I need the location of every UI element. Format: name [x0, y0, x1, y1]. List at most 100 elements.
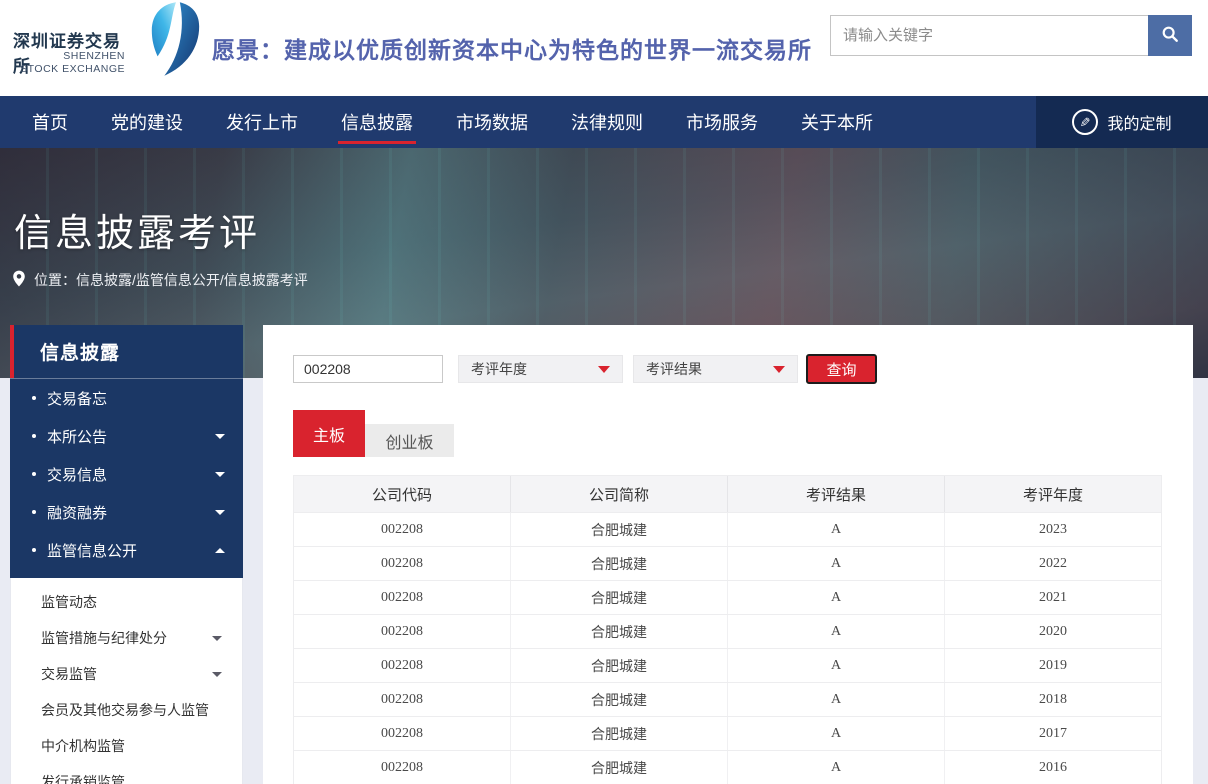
nav-item-party[interactable]: 党的建设: [111, 96, 183, 148]
sidebar-item-trading-info[interactable]: 交易信息: [10, 455, 243, 493]
table-row: 002208 合肥城建 A 2021: [294, 580, 1161, 614]
evaluation-year-dropdown[interactable]: 考评年度: [458, 355, 623, 383]
evaluation-table: 公司代码 公司简称 考评结果 考评年度 002208 合肥城建 A 2023 0…: [293, 475, 1162, 784]
chevron-down-icon: [212, 672, 222, 677]
cell-year: 2022: [944, 547, 1161, 580]
site-slogan: 愿景：建成以优质创新资本中心为特色的世界一流交易所: [212, 31, 812, 65]
cell-result: A: [727, 615, 944, 648]
cell-company-name: 合肥城建: [510, 649, 727, 682]
query-button[interactable]: 查询: [806, 354, 877, 384]
evaluation-result-label: 考评结果: [646, 359, 702, 379]
submenu-item-label: 监管动态: [41, 592, 97, 612]
cell-year: 2020: [944, 615, 1161, 648]
cell-company-code: 002208: [294, 683, 510, 716]
sidebar-item-label: 本所公告: [47, 426, 107, 447]
submenu-item-label: 监管措施与纪律处分: [41, 628, 167, 648]
cell-company-code: 002208: [294, 615, 510, 648]
my-customization-label: 我的定制: [1107, 110, 1171, 134]
cell-year: 2021: [944, 581, 1161, 614]
cell-year: 2017: [944, 717, 1161, 750]
cell-result: A: [727, 547, 944, 580]
table-row: 002208 合肥城建 A 2022: [294, 546, 1161, 580]
cell-company-name: 合肥城建: [510, 683, 727, 716]
nav-item-rules[interactable]: 法律规则: [571, 96, 643, 148]
sidebar-item-supervision-info[interactable]: 监管信息公开: [10, 531, 243, 569]
bullet-dot-icon: [32, 396, 36, 400]
column-header-year: 考评年度: [944, 476, 1161, 512]
sidebar-item-label: 交易信息: [47, 464, 107, 485]
search-input[interactable]: [830, 15, 1148, 56]
sidebar: 信息披露 交易备忘 本所公告 交易信息 融资融券: [10, 325, 243, 784]
sidebar-item-trading-memo[interactable]: 交易备忘: [10, 379, 243, 417]
table-header-row: 公司代码 公司简称 考评结果 考评年度: [294, 476, 1161, 512]
cell-result: A: [727, 581, 944, 614]
cell-company-code: 002208: [294, 581, 510, 614]
table-row: 002208 合肥城建 A 2018: [294, 682, 1161, 716]
submenu-item-trading-supervision[interactable]: 交易监管: [11, 656, 242, 692]
stock-code-input[interactable]: [293, 355, 443, 383]
table-row: 002208 合肥城建 A 2023: [294, 512, 1161, 546]
submenu-item-underwriting-supervision[interactable]: 发行承销监管: [11, 764, 242, 784]
submenu-item-supervision-news[interactable]: 监管动态: [11, 584, 242, 620]
cell-result: A: [727, 751, 944, 784]
cell-company-name: 合肥城建: [510, 717, 727, 750]
sidebar-item-announcements[interactable]: 本所公告: [10, 417, 243, 455]
sidebar-item-margin-trading[interactable]: 融资融券: [10, 493, 243, 531]
cell-company-code: 002208: [294, 547, 510, 580]
bullet-dot-icon: [32, 434, 36, 438]
cell-company-code: 002208: [294, 751, 510, 784]
caret-down-icon: [598, 366, 610, 373]
brand-name-en-line2: STOCK EXCHANGE: [13, 63, 125, 75]
cell-result: A: [727, 513, 944, 546]
nav-item-disclosure[interactable]: 信息披露: [341, 96, 413, 148]
chevron-up-icon: [215, 548, 225, 553]
sidebar-item-label: 融资融券: [47, 502, 107, 523]
submenu-item-label: 中介机构监管: [41, 736, 125, 756]
cell-company-name: 合肥城建: [510, 513, 727, 546]
bullet-dot-icon: [32, 548, 36, 552]
chevron-down-icon: [215, 510, 225, 515]
nav-item-market-data[interactable]: 市场数据: [456, 96, 528, 148]
my-customization-button[interactable]: ✎ 我的定制: [1036, 96, 1208, 148]
cell-company-code: 002208: [294, 649, 510, 682]
submenu-item-member-supervision[interactable]: 会员及其他交易参与人监管: [11, 692, 242, 728]
szse-logo-icon: [146, 1, 204, 82]
submenu-item-label: 会员及其他交易参与人监管: [41, 700, 209, 720]
cell-company-name: 合肥城建: [510, 615, 727, 648]
cell-company-name: 合肥城建: [510, 547, 727, 580]
table-row: 002208 合肥城建 A 2017: [294, 716, 1161, 750]
page-title: 信息披露考评: [14, 202, 260, 257]
content-panel: 考评年度 考评结果 查询 主板 创业板 公司代码 公司简称 考评结果 考评年度: [263, 325, 1193, 784]
cell-result: A: [727, 683, 944, 716]
submenu-item-label: 交易监管: [41, 664, 97, 684]
nav-items: 首页 党的建设 发行上市 信息披露 市场数据 法律规则 市场服务 关于本所: [0, 96, 1208, 148]
main-nav: 首页 党的建设 发行上市 信息披露 市场数据 法律规则 市场服务 关于本所 ✎ …: [0, 96, 1208, 148]
nav-item-home[interactable]: 首页: [32, 96, 68, 148]
table-row: 002208 合肥城建 A 2016: [294, 750, 1161, 784]
sidebar-item-label: 监管信息公开: [47, 540, 137, 561]
pencil-circle-icon: ✎: [1072, 109, 1098, 135]
nav-item-listing[interactable]: 发行上市: [226, 96, 298, 148]
tab-chinext[interactable]: 创业板: [365, 424, 454, 457]
chevron-down-icon: [215, 472, 225, 477]
search-button[interactable]: [1148, 15, 1192, 56]
szse-page: 深圳证券交易所 SHENZHEN STOCK EXCHANGE 愿景：建成以优质…: [0, 0, 1208, 784]
location-pin-icon: [12, 270, 26, 290]
nav-item-about[interactable]: 关于本所: [801, 96, 873, 148]
table-row: 002208 合肥城建 A 2019: [294, 648, 1161, 682]
breadcrumb: 位置：信息披露/监管信息公开/信息披露考评: [12, 270, 308, 290]
evaluation-year-label: 考评年度: [471, 359, 527, 379]
nav-item-services[interactable]: 市场服务: [686, 96, 758, 148]
caret-down-icon: [773, 366, 785, 373]
evaluation-result-dropdown[interactable]: 考评结果: [633, 355, 798, 383]
submenu-item-measures-discipline[interactable]: 监管措施与纪律处分: [11, 620, 242, 656]
table-body: 002208 合肥城建 A 2023 002208 合肥城建 A 2022 00…: [294, 512, 1161, 784]
cell-year: 2016: [944, 751, 1161, 784]
cell-year: 2023: [944, 513, 1161, 546]
cell-company-name: 合肥城建: [510, 751, 727, 784]
chevron-down-icon: [212, 636, 222, 641]
cell-year: 2019: [944, 649, 1161, 682]
submenu-item-intermediary-supervision[interactable]: 中介机构监管: [11, 728, 242, 764]
column-header-company-name: 公司简称: [510, 476, 727, 512]
tab-main-board[interactable]: 主板: [293, 410, 365, 457]
